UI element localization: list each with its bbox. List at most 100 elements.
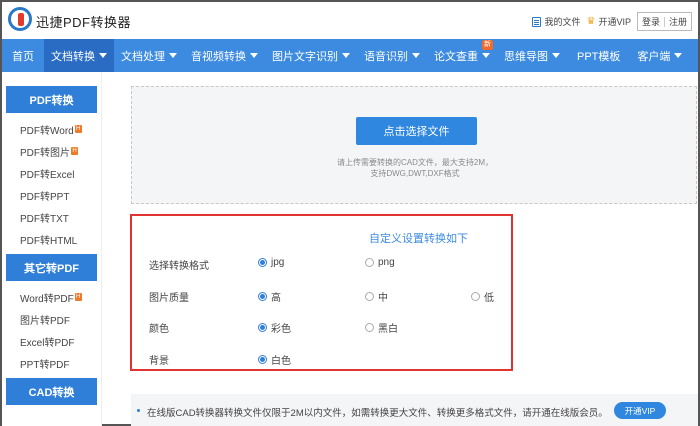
radio-unchecked-icon: [365, 323, 374, 332]
vip-label: 开通VIP: [598, 17, 631, 27]
sidebar-item-label: PDF转Word: [20, 125, 74, 137]
sidebar-item-label: Word转PDF: [20, 293, 74, 305]
sidebar-item-pdf-to-word[interactable]: PDF转Word H: [2, 118, 101, 140]
nav-av-convert[interactable]: 音视频转换: [184, 39, 265, 72]
option-label: png: [378, 257, 395, 268]
caret-down-icon: [674, 53, 683, 58]
nav-ocr[interactable]: 图片文字识别: [265, 39, 357, 72]
upload-tip: 请上传需要转换的CAD文件，最大支持2M， 支持DWG,DWT,DXF格式: [132, 157, 698, 179]
nav-home[interactable]: 首页: [2, 39, 44, 72]
footer-note: 在线版CAD转换器转换文件仅限于2M以内文件，如需转换更大文件、转换更多格式文件…: [131, 394, 698, 426]
sidebar-item-label: PDF转TXT: [20, 213, 69, 225]
option-label: 低: [484, 293, 494, 304]
top-links: 我的文件 ♛ 开通VIP 登录 注册: [532, 12, 692, 31]
radio-checked-icon: [258, 292, 267, 301]
nav-label: PPT模板: [577, 50, 621, 63]
nav-label: 音视频转换: [191, 50, 246, 63]
open-vip-button[interactable]: 开通VIP: [614, 402, 666, 419]
nav-label: 首页: [12, 50, 34, 63]
my-files-link[interactable]: 我的文件: [532, 15, 580, 28]
format-option-jpg[interactable]: jpg: [258, 257, 284, 268]
sidebar-item-excel-to-pdf[interactable]: Excel转PDF: [2, 330, 101, 352]
radio-unchecked-icon: [471, 292, 480, 301]
upload-dropzone[interactable]: 点击选择文件 请上传需要转换的CAD文件，最大支持2M， 支持DWG,DWT,D…: [131, 86, 697, 204]
nav-label: 论文查重: [434, 50, 478, 63]
caret-down-icon: [412, 53, 420, 58]
nav-paper-check[interactable]: 论文查重 新: [427, 39, 497, 72]
option-label: 高: [271, 293, 281, 304]
quality-option-low[interactable]: 低: [471, 289, 494, 304]
upload-tip-line-2: 支持DWG,DWT,DXF格式: [370, 169, 460, 178]
nav-label: 思维导图: [504, 50, 548, 63]
sidebar-item-label: PPT转PDF: [20, 359, 70, 371]
sidebar-item-pdf-to-excel[interactable]: PDF转Excel: [2, 162, 101, 184]
nav-speech[interactable]: 语音识别: [357, 39, 427, 72]
app-title[interactable]: 迅捷PDF转换器: [36, 12, 131, 31]
sidebar-item-ppt-to-pdf[interactable]: PPT转PDF: [2, 352, 101, 374]
sidebar-item-label: Excel转PDF: [20, 337, 75, 349]
sidebar-item-label: PDF转Excel: [20, 169, 75, 181]
hot-icon: H: [74, 125, 82, 133]
nav-label: 客户端: [637, 50, 671, 63]
crown-icon: ♛: [586, 15, 596, 27]
my-files-label: 我的文件: [544, 17, 581, 27]
nav-label: 文档处理: [121, 50, 165, 63]
format-label: 选择转换格式: [149, 261, 209, 272]
format-option-png[interactable]: png: [365, 257, 395, 268]
sidebar-item-label: PDF转HTML: [20, 235, 78, 247]
quality-option-high[interactable]: 高: [258, 289, 281, 304]
sidebar-item-pdf-to-html[interactable]: PDF转HTML: [2, 228, 101, 250]
sidebar-item-image-to-pdf[interactable]: 图片转PDF: [2, 308, 101, 330]
sidebar-item-pdf-to-image[interactable]: PDF转图片 H: [2, 140, 101, 162]
select-file-button[interactable]: 点击选择文件: [356, 117, 477, 145]
option-label: 黑白: [378, 324, 398, 335]
background-option-white[interactable]: 白色: [258, 352, 291, 367]
top-header: 迅捷PDF转换器 我的文件 ♛ 开通VIP 登录 注册: [2, 2, 698, 39]
app-logo-icon[interactable]: [8, 7, 32, 31]
caret-down-icon: [482, 53, 490, 58]
caret-down-icon: [99, 53, 107, 58]
nav-label: 语音识别: [364, 50, 408, 63]
sidebar-section-pdf-convert[interactable]: PDF转换: [6, 86, 97, 113]
sidebar-item-label: 图片转PDF: [20, 315, 70, 327]
sidebar-list-pdf-convert: PDF转Word H PDF转图片 H PDF转Excel PDF转PPT PDF转…: [2, 118, 101, 250]
nav-client[interactable]: 客户端: [630, 39, 689, 72]
radio-unchecked-icon: [365, 258, 374, 267]
sidebar: PDF转换 PDF转Word H PDF转图片 H PDF转Excel PDF转PP…: [2, 72, 102, 426]
vip-link[interactable]: ♛ 开通VIP: [586, 15, 630, 28]
caret-down-icon: [169, 53, 177, 58]
register-button[interactable]: 注册: [669, 15, 687, 28]
caret-down-icon: [250, 53, 258, 58]
login-button[interactable]: 登录: [642, 15, 660, 28]
nav-ppt-template[interactable]: PPT模板: [567, 39, 630, 72]
nav-doc-process[interactable]: 文档处理: [114, 39, 184, 72]
radio-checked-icon: [258, 323, 267, 332]
hot-icon: H: [74, 293, 82, 301]
sidebar-item-pdf-to-ppt[interactable]: PDF转PPT: [2, 184, 101, 206]
conversion-settings-panel: 自定义设置转换如下 选择转换格式 jpg png 图片质量 高 中 低 颜色 彩…: [130, 214, 513, 371]
settings-title: 自定义设置转换如下: [369, 233, 468, 245]
option-label: 中: [378, 293, 388, 304]
sidebar-section-other-to-pdf[interactable]: 其它转PDF: [6, 254, 97, 281]
nav-doc-convert[interactable]: 文档转换: [44, 39, 114, 72]
auth-group: 登录 注册: [636, 12, 692, 31]
sidebar-item-pdf-to-txt[interactable]: PDF转TXT: [2, 206, 101, 228]
file-icon: [532, 16, 542, 27]
sidebar-item-word-to-pdf[interactable]: Word转PDF H: [2, 286, 101, 308]
sidebar-section-cad-convert[interactable]: CAD转换: [6, 378, 97, 405]
option-label: 彩色: [271, 324, 291, 335]
option-label: 白色: [271, 356, 291, 367]
footer-note-text: 在线版CAD转换器转换文件仅限于2M以内文件，如需转换更大文件、转换更多格式文件…: [147, 408, 608, 419]
nav-mindmap[interactable]: 思维导图: [497, 39, 567, 72]
caret-down-icon: [342, 53, 350, 58]
sidebar-item-label: PDF转图片: [20, 147, 70, 159]
color-option-color[interactable]: 彩色: [258, 320, 291, 335]
quality-label: 图片质量: [149, 293, 189, 304]
background-label: 背景: [149, 356, 169, 367]
settings-panel-extension: [513, 214, 698, 371]
radio-checked-icon: [258, 355, 267, 364]
color-option-bw[interactable]: 黑白: [365, 320, 398, 335]
quality-option-medium[interactable]: 中: [365, 289, 388, 304]
color-label: 颜色: [149, 324, 169, 335]
main-nav: 首页 文档转换 文档处理 音视频转换 图片文字识别 语音识别 论文查重 新 思维…: [2, 39, 698, 72]
